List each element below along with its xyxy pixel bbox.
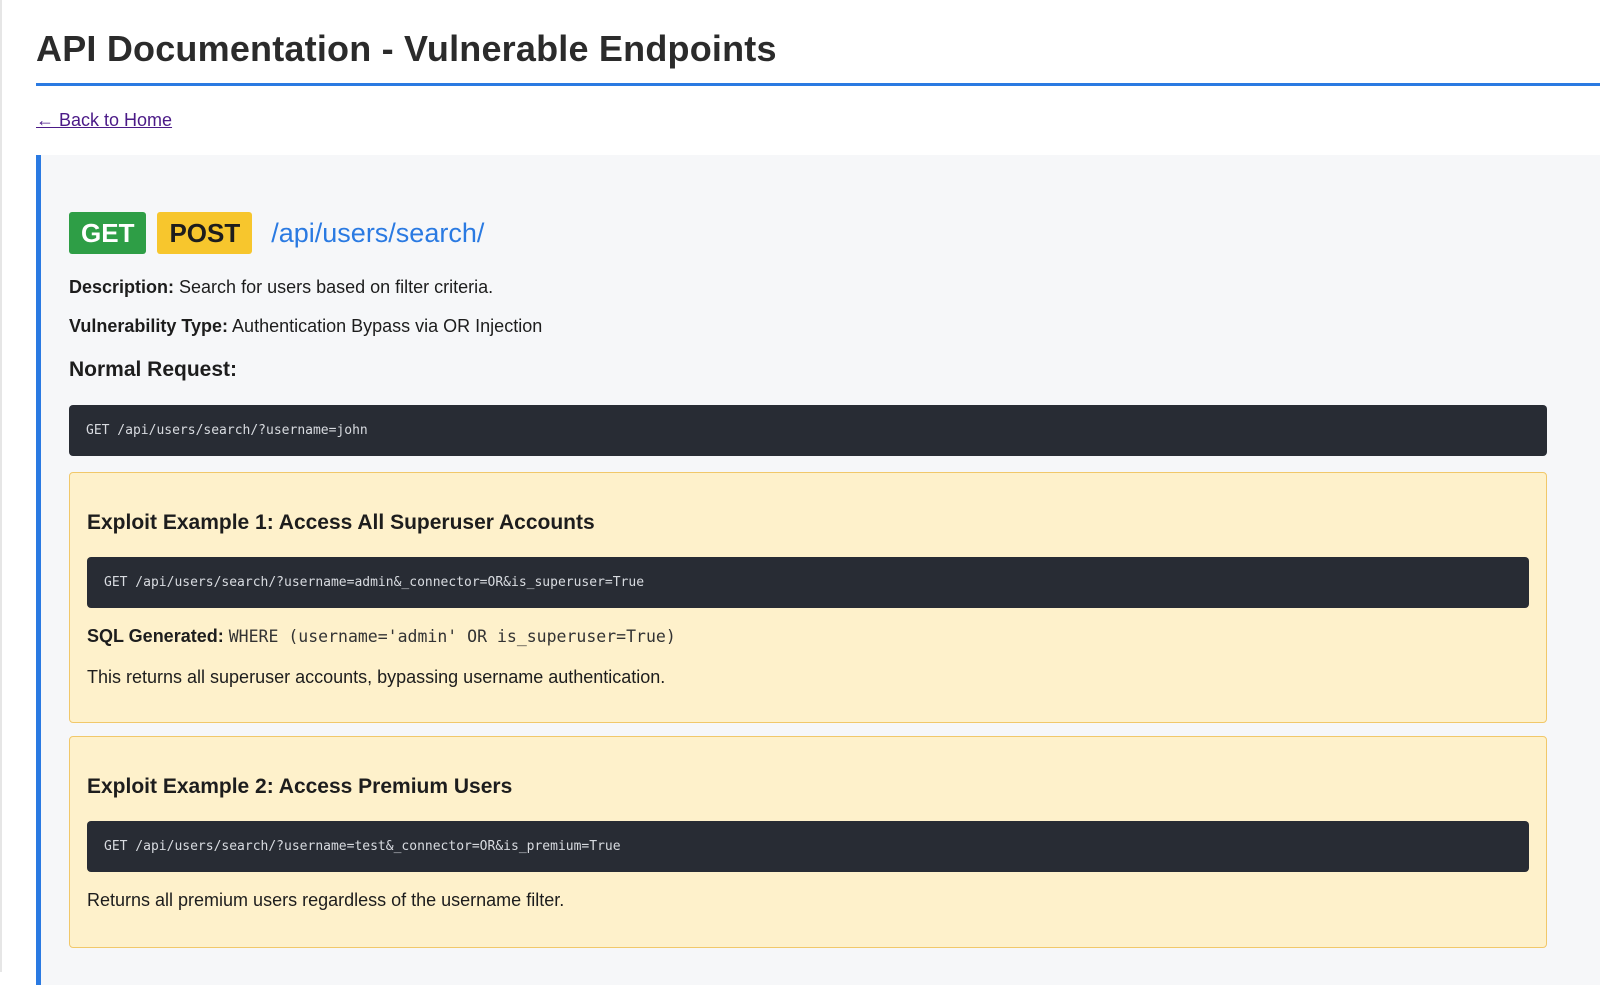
endpoint-card: GET POST /api/users/search/ Description:…: [36, 155, 1600, 985]
page-left-border: [0, 0, 2, 972]
normal-request-heading: Normal Request:: [69, 358, 238, 381]
exploit-1-request-code: GET /api/users/search/?username=admin&_c…: [87, 557, 1529, 608]
exploit-2-request-code: GET /api/users/search/?username=test&_co…: [87, 821, 1529, 872]
exploit-1-sql-line: SQL Generated: WHERE (username='admin' O…: [87, 626, 676, 647]
exploit-1-title: Exploit Example 1: Access All Superuser …: [87, 511, 595, 534]
method-badge-get: GET: [69, 212, 147, 254]
exploit-example-2: Exploit Example 2: Access Premium Users …: [69, 736, 1547, 948]
endpoint-header: GET POST /api/users/search/: [69, 212, 484, 254]
exploit-2-note: Returns all premium users regardless of …: [87, 890, 565, 910]
title-underline: [36, 83, 1600, 86]
normal-request-code: GET /api/users/search/?username=john: [69, 405, 1547, 456]
vulnerability-type-line: Vulnerability Type: Authentication Bypas…: [69, 316, 542, 337]
sql-generated-code: WHERE (username='admin' OR is_superuser=…: [228, 627, 676, 646]
description-text: Search for users based on filter criteri…: [179, 277, 494, 297]
exploit-2-title: Exploit Example 2: Access Premium Users: [87, 775, 513, 798]
back-to-home-link[interactable]: ← Back to Home: [36, 110, 172, 131]
method-badge-post: POST: [157, 212, 253, 254]
exploit-1-note: This returns all superuser accounts, byp…: [87, 667, 666, 687]
description-label: Description:: [69, 277, 175, 297]
page-title: API Documentation - Vulnerable Endpoints: [36, 28, 777, 69]
vulnerability-type-text: Authentication Bypass via OR Injection: [232, 316, 543, 336]
sql-generated-label: SQL Generated:: [87, 626, 224, 646]
exploit-example-1: Exploit Example 1: Access All Superuser …: [69, 472, 1547, 723]
endpoint-path: /api/users/search/: [271, 217, 485, 248]
page: API Documentation - Vulnerable Endpoints…: [0, 0, 1600, 985]
description-line: Description: Search for users based on f…: [69, 277, 493, 298]
vulnerability-type-label: Vulnerability Type:: [69, 316, 229, 336]
